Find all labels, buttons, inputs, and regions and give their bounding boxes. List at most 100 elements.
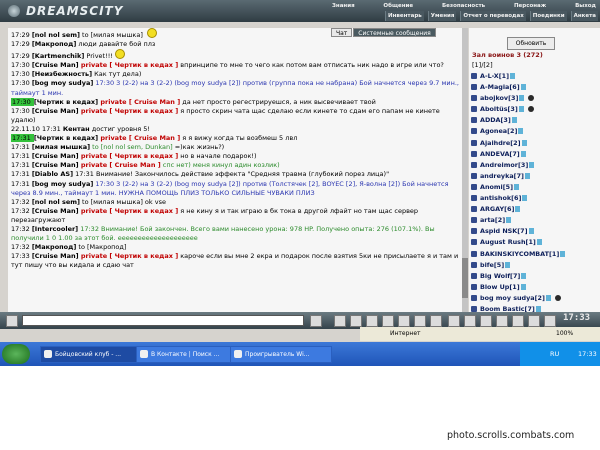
user-info-icon[interactable]: [520, 283, 526, 290]
message-time[interactable]: 17:29: [11, 40, 32, 48]
private-message-icon[interactable]: [471, 206, 477, 213]
message-segment[interactable]: Кентан: [63, 125, 90, 133]
user-list-item[interactable]: Anomi[5]: [471, 182, 599, 193]
message-segment[interactable]: [Cruise Man]: [32, 107, 79, 115]
user-info-icon[interactable]: [520, 150, 526, 157]
user-list-item[interactable]: Agonea[2]: [471, 126, 599, 137]
user-name[interactable]: Aspid NSK[7]: [480, 227, 528, 235]
user-list-item[interactable]: andreyka[7]: [471, 171, 599, 182]
user-list-item[interactable]: Big Wolf[7]: [471, 271, 599, 282]
message-segment[interactable]: [Cruise Man]: [32, 207, 79, 215]
user-list-item[interactable]: ANDEVA[7]: [471, 149, 599, 160]
submenu-duels[interactable]: Поединки: [529, 11, 567, 21]
message-time[interactable]: 17:31: [11, 143, 32, 151]
user-info-icon[interactable]: [520, 84, 526, 91]
private-message-icon[interactable]: [471, 106, 477, 113]
user-name[interactable]: Ajaihdre[2]: [480, 139, 521, 147]
message-segment[interactable]: [Intercooler]: [32, 225, 78, 233]
message-segment[interactable]: [Макропод]: [32, 243, 77, 251]
lock-icon[interactable]: [480, 315, 492, 327]
user-info-icon[interactable]: [518, 128, 524, 135]
message-segment[interactable]: [Cruise Man]: [32, 61, 79, 69]
user-name[interactable]: A-L-X[1]: [480, 72, 509, 80]
menu-item-security[interactable]: Безопасность: [440, 1, 487, 11]
user-name[interactable]: August Rush[1]: [480, 238, 536, 246]
user-list-item[interactable]: A-Magia[6]: [471, 82, 599, 93]
private-message-icon[interactable]: [471, 172, 477, 179]
message-segment[interactable]: [Kartmenchik]: [32, 52, 85, 60]
user-info-icon[interactable]: [536, 239, 542, 246]
user-info-icon[interactable]: [521, 272, 527, 279]
tab-chat[interactable]: Чат: [331, 28, 353, 37]
menu-item-exit[interactable]: Выход: [573, 1, 598, 11]
menu-item-communication[interactable]: Общение: [381, 1, 415, 11]
user-info-icon[interactable]: [518, 106, 524, 113]
user-name[interactable]: Agonea[2]: [480, 127, 517, 135]
settings-icon[interactable]: [382, 315, 394, 327]
private-message-icon[interactable]: [471, 95, 477, 102]
message-time[interactable]: 17:30: [11, 79, 32, 87]
menu-item-knowledge[interactable]: Знания: [330, 1, 357, 11]
door-icon[interactable]: [512, 315, 524, 327]
user-list-item[interactable]: Aspid NSK[7]: [471, 226, 599, 237]
user-list-item[interactable]: Ajaihdre[2]: [471, 138, 599, 149]
submenu-skills[interactable]: Умения: [427, 11, 457, 21]
user-name[interactable]: bog moy sudya[2]: [480, 294, 545, 302]
user-info-icon[interactable]: [514, 183, 520, 190]
user-name[interactable]: ANDEVA[7]: [480, 150, 520, 158]
map-icon[interactable]: [544, 315, 556, 327]
message-segment[interactable]: [nol nol sem]: [32, 31, 80, 39]
user-name[interactable]: Andreimor[3]: [480, 161, 528, 169]
chat-scrollbar[interactable]: [462, 28, 468, 312]
user-info-icon[interactable]: [521, 139, 527, 146]
private-message-icon[interactable]: [471, 73, 477, 79]
user-list-item[interactable]: ADDA[3]: [471, 115, 599, 126]
user-list-item[interactable]: August Rush[1]: [471, 237, 599, 248]
zoom-level[interactable]: 100%: [556, 327, 573, 341]
private-message-icon[interactable]: [471, 139, 477, 146]
user-list-item[interactable]: antishok[6]: [471, 193, 599, 204]
message-time[interactable]: 17:29: [11, 52, 32, 60]
user-list-item[interactable]: abojkov[3]: [471, 93, 599, 104]
message-segment[interactable]: [Чертик в кедах]: [34, 134, 98, 142]
user-name[interactable]: andreyka[7]: [480, 172, 524, 180]
message-time[interactable]: 17:31: [11, 161, 32, 169]
message-segment[interactable]: [nol nol sem]: [32, 198, 80, 206]
submenu-profile[interactable]: Анкета: [570, 11, 598, 21]
message-time[interactable]: 17:30: [11, 97, 34, 106]
submenu-inventory[interactable]: Инвентарь: [385, 11, 424, 21]
user-name[interactable]: A-Magia[6]: [480, 83, 520, 91]
user-info-icon[interactable]: [560, 250, 566, 257]
private-message-icon[interactable]: [471, 272, 477, 279]
task-media-player[interactable]: Проигрыватель Wi...: [230, 346, 332, 363]
user-list-item[interactable]: bog moy sudya[2]: [471, 293, 599, 304]
private-message-icon[interactable]: [471, 117, 477, 124]
message-time[interactable]: 17:30: [11, 70, 32, 78]
tab-system-messages[interactable]: Системные сообщения: [353, 28, 436, 37]
user-info-icon[interactable]: [524, 172, 530, 179]
window-icon[interactable]: [430, 315, 442, 327]
message-segment[interactable]: [Cruise Man]: [32, 161, 79, 169]
message-time[interactable]: 17:32: [11, 243, 32, 251]
message-time[interactable]: 17:31: [11, 134, 34, 143]
sound-icon[interactable]: [496, 315, 508, 327]
filter-icon[interactable]: [350, 315, 362, 327]
tools-icon[interactable]: [398, 315, 410, 327]
message-segment[interactable]: [милая мышка]: [32, 143, 90, 151]
message-segment[interactable]: [Чертик в кедах]: [34, 98, 98, 106]
message-segment[interactable]: [Неизбежность]: [32, 70, 92, 78]
message-segment[interactable]: [Макропод]: [32, 40, 77, 48]
user-list-item[interactable]: ARGAY[6]: [471, 204, 599, 215]
private-message-icon[interactable]: [471, 283, 477, 290]
user-name[interactable]: antishok[6]: [480, 194, 521, 202]
send-icon[interactable]: [310, 315, 322, 327]
private-message-icon[interactable]: [471, 183, 477, 190]
message-time[interactable]: 17:32: [11, 198, 32, 206]
task-fight-club[interactable]: Бойцовский клуб - ...: [40, 346, 142, 363]
user-name[interactable]: ADDA[3]: [480, 116, 511, 124]
private-message-icon[interactable]: [471, 150, 477, 157]
message-segment[interactable]: [Diablo AS]: [32, 170, 73, 178]
message-segment[interactable]: [Cruise Man]: [32, 252, 79, 260]
user-name[interactable]: bife[5]: [480, 261, 504, 269]
scrollbar-thumb[interactable]: [462, 258, 468, 298]
